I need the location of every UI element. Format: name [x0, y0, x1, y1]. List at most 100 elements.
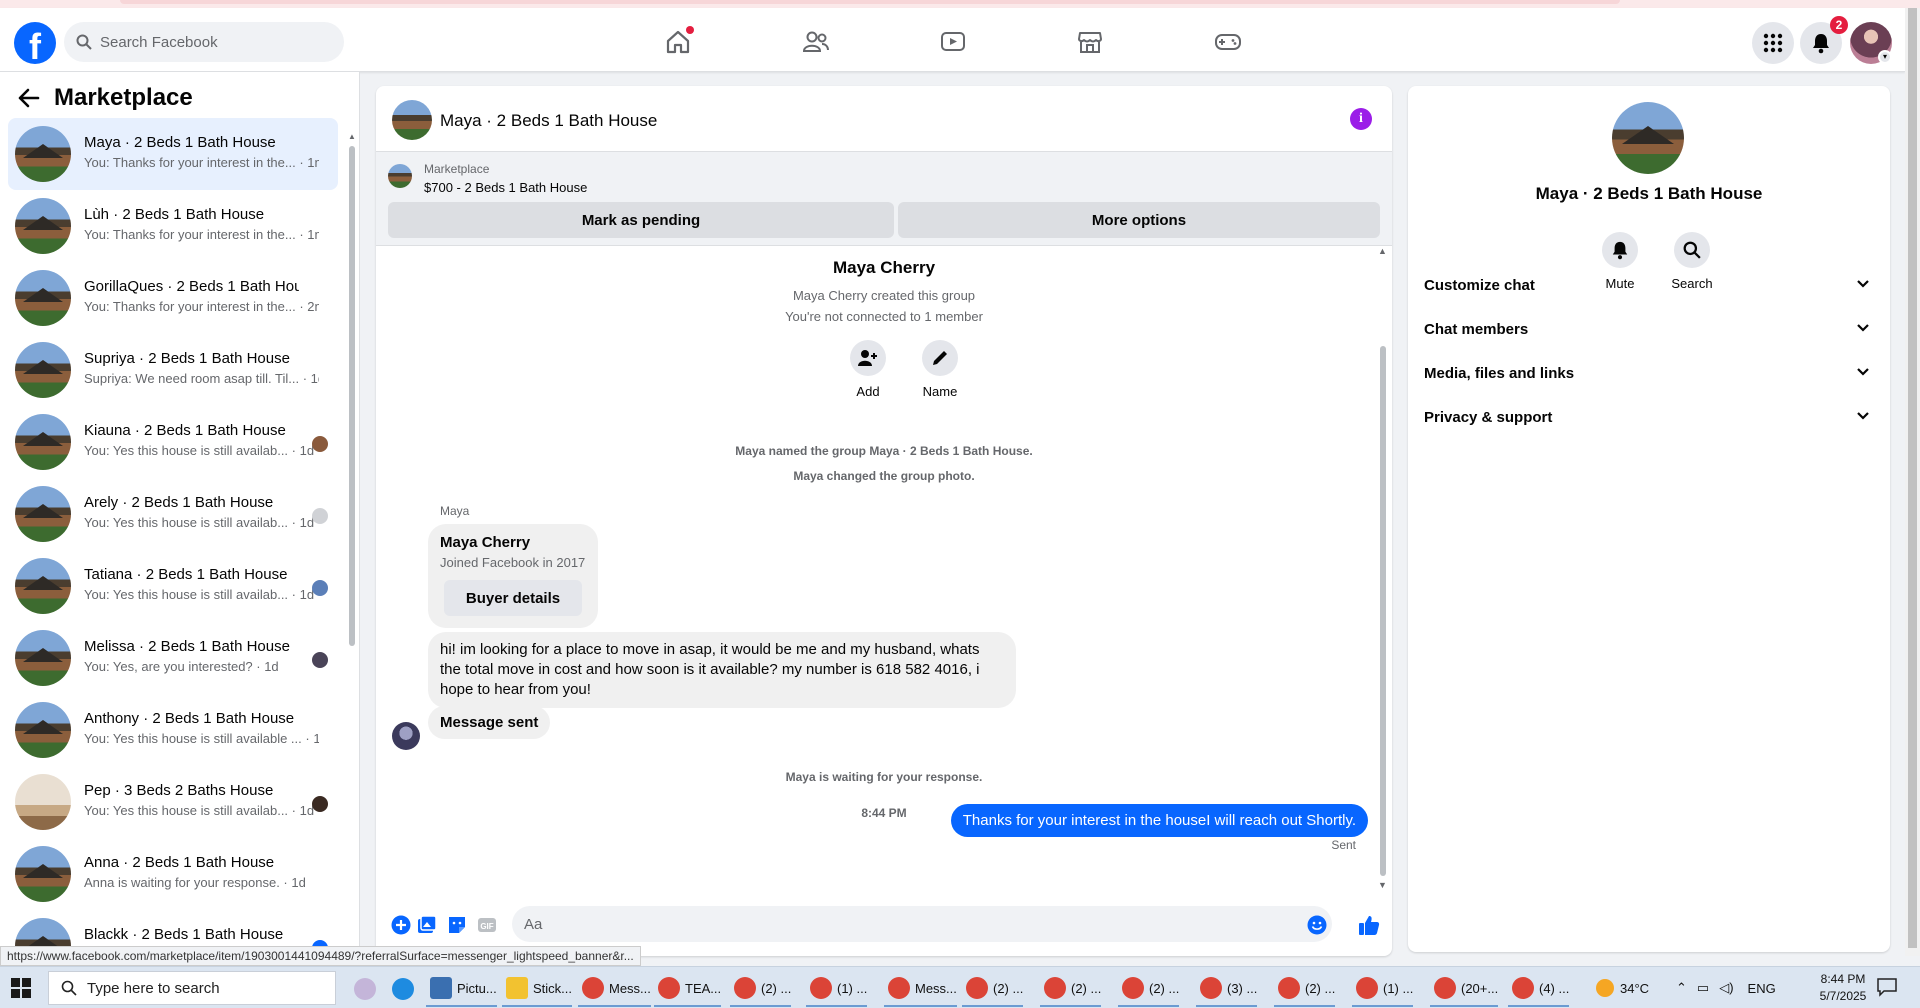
incoming-message[interactable]: hi! im looking for a place to move in as… — [428, 632, 1016, 708]
taskbar-app[interactable]: Stick... — [502, 971, 573, 1007]
taskbar-pinned-app[interactable] — [388, 971, 419, 1007]
waiting-notice: Maya is waiting for your response. — [785, 770, 983, 784]
scroll-down-icon[interactable]: ▼ — [1378, 880, 1387, 890]
message-thread: Maya Cherry Maya Cherry created this gro… — [376, 246, 1392, 892]
taskbar-pinned-app[interactable] — [350, 971, 381, 1007]
sticker-button[interactable] — [446, 914, 468, 936]
emoji-button[interactable] — [1306, 914, 1328, 936]
name-group-button[interactable]: Name — [910, 340, 970, 399]
scrollbar-thumb[interactable] — [1380, 346, 1386, 876]
chrome-icon — [966, 977, 988, 999]
gif-button[interactable]: GIF — [476, 914, 498, 936]
conversation-item[interactable]: Kiauna · 2 Beds 1 Bath House You: Yes th… — [8, 406, 338, 478]
taskbar-app[interactable]: (20+... — [1430, 971, 1499, 1007]
network-icon[interactable]: ▭ — [1697, 980, 1709, 996]
add-member-button[interactable]: Add — [838, 340, 898, 399]
more-options-button[interactable]: More options — [898, 202, 1380, 238]
scrollbar-thumb[interactable] — [349, 146, 355, 646]
menu-button[interactable] — [1752, 22, 1794, 64]
conversation-item[interactable]: Lùh · 2 Beds 1 Bath House You: Thanks fo… — [8, 190, 338, 262]
privacy-support-section[interactable]: Privacy & support — [1416, 396, 1882, 440]
listing-thumbnail — [15, 774, 71, 830]
mark-as-pending-button[interactable]: Mark as pending — [388, 202, 894, 238]
taskbar-app[interactable]: Mess... — [884, 971, 957, 1007]
customize-chat-section[interactable]: Customize chat — [1416, 264, 1882, 308]
page-scrollbar[interactable] — [1905, 8, 1920, 956]
nav-watch[interactable] — [933, 24, 973, 60]
taskbar-app[interactable]: (2) ... — [1274, 971, 1336, 1007]
left-scrollbar[interactable]: ▲ — [348, 132, 356, 652]
conversation-item[interactable]: Tatiana · 2 Beds 1 Bath House You: Yes t… — [8, 550, 338, 622]
taskbar-app[interactable]: (2) ... — [730, 971, 792, 1007]
conversation-item[interactable]: GorillaQues · 2 Beds 1 Bath House You: T… — [8, 262, 338, 334]
conversation-item[interactable]: Arely · 2 Beds 1 Bath House You: Yes thi… — [8, 478, 338, 550]
taskbar-app[interactable]: TEA... — [654, 971, 722, 1007]
group-avatar[interactable] — [392, 100, 432, 140]
listing-price-title[interactable]: $700 - 2 Beds 1 Bath House — [424, 180, 587, 195]
name-label: Name — [922, 384, 958, 399]
like-button[interactable] — [1358, 914, 1380, 936]
add-person-icon — [858, 350, 877, 366]
group-avatar-large[interactable] — [1612, 102, 1684, 174]
chevron-up-icon[interactable]: ⌃ — [1676, 980, 1687, 996]
language-indicator[interactable]: ENG — [1748, 981, 1776, 996]
sender-avatar[interactable] — [392, 722, 420, 750]
taskbar-app[interactable]: Mess... — [578, 971, 651, 1007]
weather-widget[interactable]: 34°C — [1596, 967, 1649, 1008]
taskbar-app[interactable]: (3) ... — [1196, 971, 1258, 1007]
nav-marketplace[interactable] — [1070, 24, 1110, 60]
media-files-links-section[interactable]: Media, files and links — [1416, 352, 1882, 396]
left-panel-header: Marketplace — [18, 84, 193, 112]
taskbar-app[interactable]: (2) ... — [962, 971, 1024, 1007]
chat-title[interactable]: Maya · 2 Beds 1 Bath House — [440, 111, 657, 131]
system-tray-icons[interactable]: ⌃ ▭ ◁) ENG — [1676, 967, 1776, 1008]
search-icon — [61, 980, 77, 996]
taskbar-app[interactable]: (4) ... — [1508, 971, 1570, 1007]
outgoing-message[interactable]: Thanks for your interest in the houseI w… — [950, 804, 1368, 837]
buyer-details-button[interactable]: Buyer details — [444, 580, 582, 616]
browser-tab-edge — [120, 0, 1620, 4]
taskbar-app-label: Pictu... — [457, 980, 497, 996]
buyer-card: Maya Cherry Joined Facebook in 2017 Buye… — [428, 524, 598, 628]
nav-friends[interactable] — [796, 24, 836, 60]
taskbar-app-label: Stick... — [533, 980, 573, 996]
chat-members-section[interactable]: Chat members — [1416, 308, 1882, 352]
taskbar-app[interactable]: (2) ... — [1118, 971, 1180, 1007]
search-facebook-box[interactable] — [64, 22, 344, 62]
chat-header: Maya · 2 Beds 1 Bath House i — [376, 86, 1392, 152]
taskbar-app[interactable]: Pictu... — [426, 971, 497, 1007]
listing-thumbnail — [15, 486, 71, 542]
search-input[interactable] — [100, 33, 320, 51]
more-actions-button[interactable] — [390, 914, 412, 936]
scroll-up-icon[interactable]: ▲ — [348, 132, 356, 141]
conversation-item[interactable]: Maya · 2 Beds 1 Bath House You: Thanks f… — [8, 118, 338, 190]
chat-scrollbar[interactable]: ▲ ▼ — [1378, 246, 1388, 892]
bell-icon — [1612, 241, 1628, 260]
conversation-item[interactable]: Anna · 2 Beds 1 Bath House Anna is waiti… — [8, 838, 338, 910]
conversation-item[interactable]: Melissa · 2 Beds 1 Bath House You: Yes, … — [8, 622, 338, 694]
attach-photo-button[interactable] — [416, 914, 438, 936]
conversation-item[interactable]: Anthony · 2 Beds 1 Bath House You: Yes t… — [8, 694, 338, 766]
listing-thumbnail[interactable] — [388, 164, 412, 188]
taskbar-app[interactable]: (1) ... — [806, 971, 868, 1007]
info-icon[interactable]: i — [1350, 108, 1372, 130]
taskbar-app[interactable]: (1) ... — [1352, 971, 1414, 1007]
back-arrow-icon[interactable] — [18, 88, 40, 108]
message-input[interactable] — [512, 906, 1332, 942]
scrollbar-thumb[interactable] — [1908, 8, 1917, 948]
chevron-down-icon[interactable]: ▾ — [1878, 50, 1892, 64]
facebook-logo[interactable]: f — [14, 22, 56, 64]
scroll-up-icon[interactable]: ▲ — [1378, 246, 1387, 256]
nav-home[interactable] — [658, 24, 698, 60]
nav-gaming[interactable] — [1208, 24, 1248, 60]
taskbar-clock[interactable]: 8:44 PM 5/7/2025 — [1808, 971, 1878, 1005]
action-center-icon[interactable] — [1876, 977, 1898, 997]
message-sent-bubble[interactable]: Message sent — [428, 706, 551, 739]
notifications-button[interactable]: 2 — [1800, 16, 1848, 64]
windows-start-icon[interactable] — [10, 977, 32, 999]
volume-icon[interactable]: ◁) — [1719, 980, 1733, 996]
taskbar-search[interactable]: Type here to search — [48, 971, 336, 1005]
conversation-item[interactable]: Supriya · 2 Beds 1 Bath House Supriya: W… — [8, 334, 338, 406]
taskbar-app[interactable]: (2) ... — [1040, 971, 1102, 1007]
conversation-item[interactable]: Pep · 3 Beds 2 Baths House You: Yes this… — [8, 766, 338, 838]
